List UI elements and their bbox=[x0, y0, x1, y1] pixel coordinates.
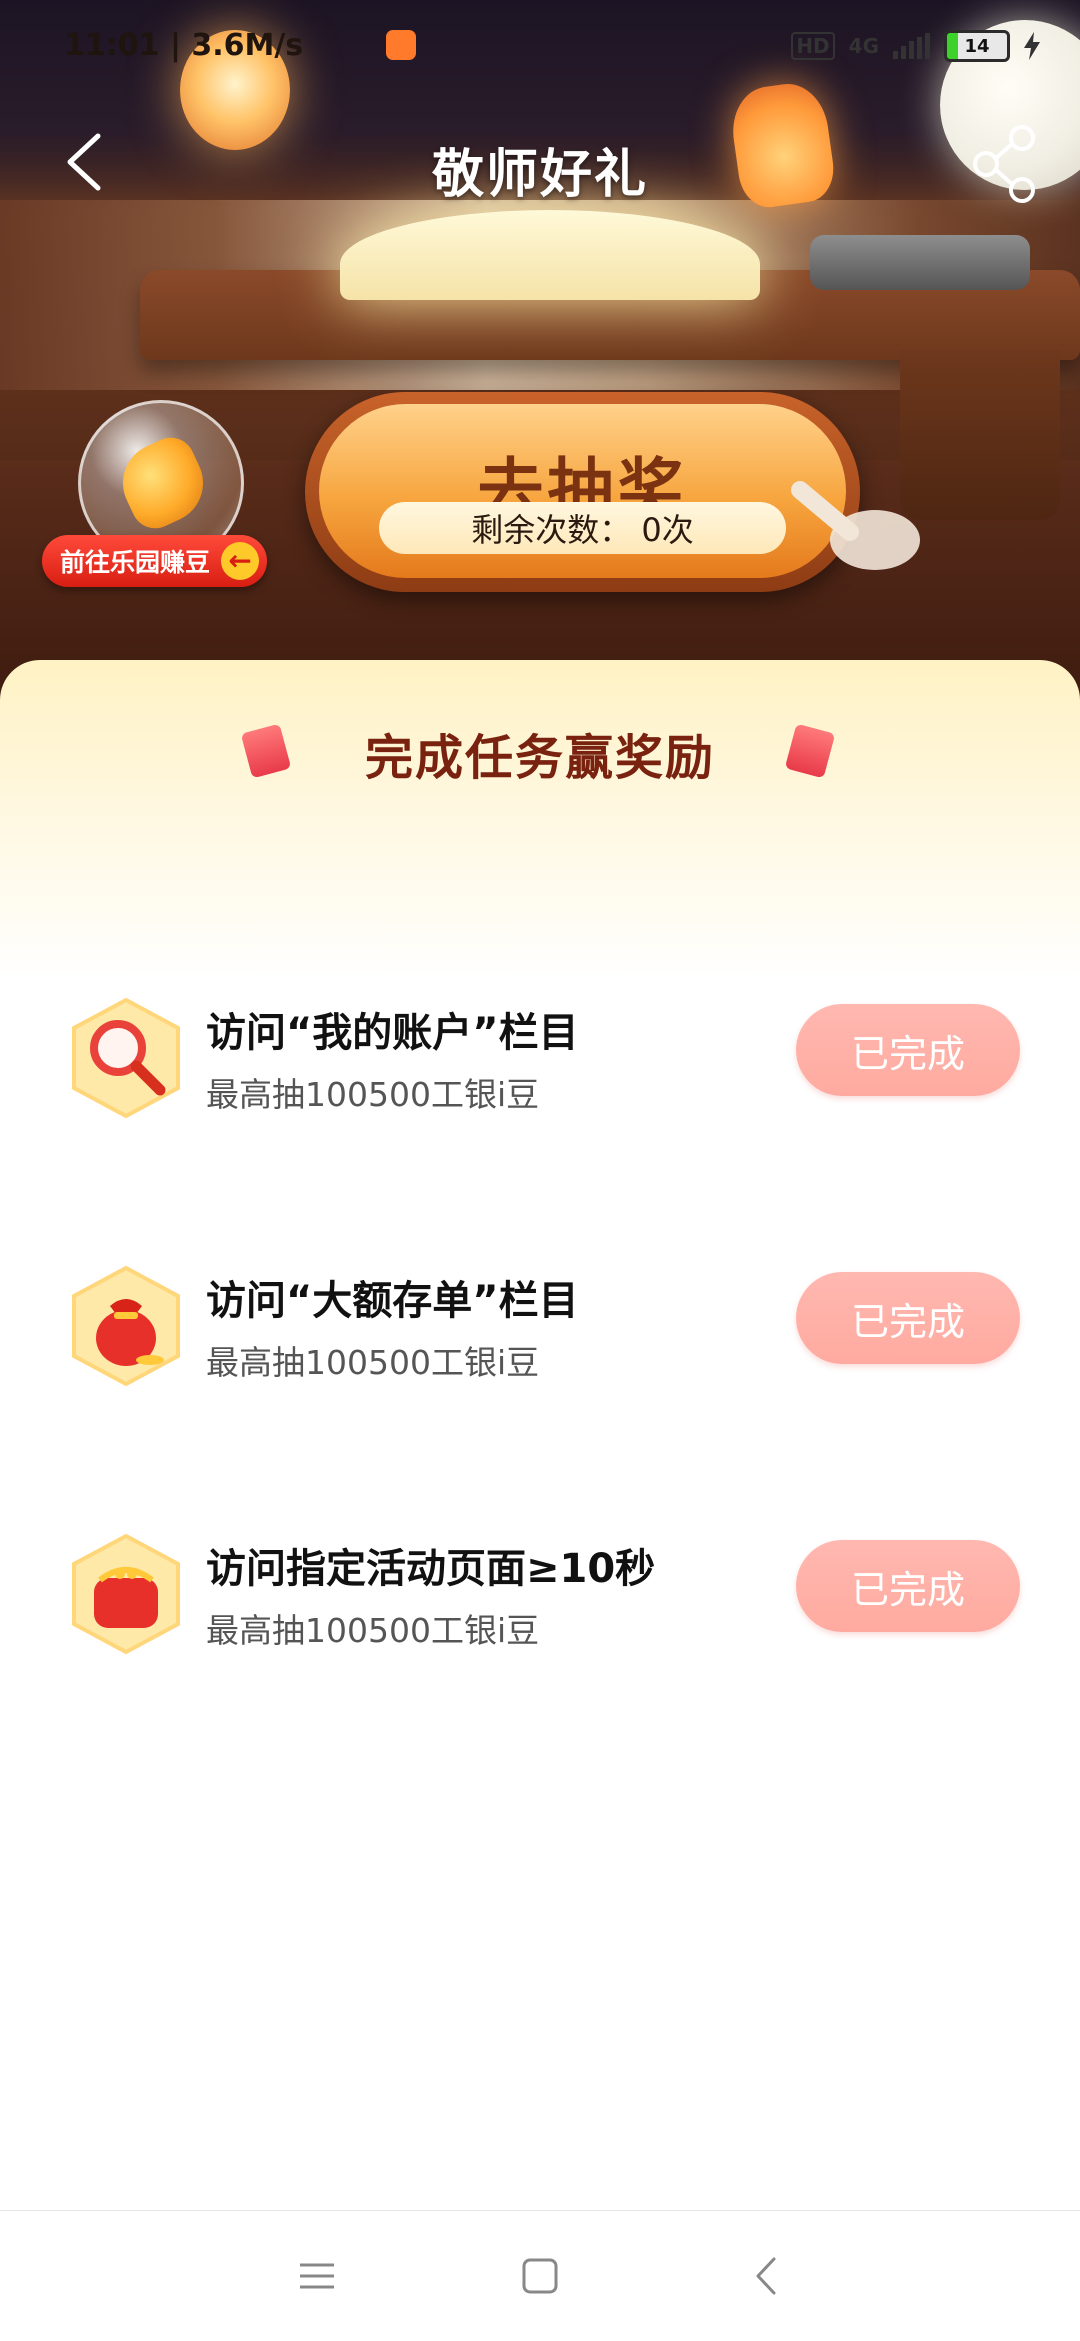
task-row: 访问指定活动页面≥10秒 最高抽100500工银i豆 已完成 bbox=[0, 1532, 1080, 1672]
golden-bean-icon bbox=[109, 429, 217, 537]
task-title: 访问“我的账户”栏目 bbox=[206, 1010, 579, 1056]
signal-icon bbox=[893, 33, 930, 59]
hd-indicator: HD bbox=[791, 32, 835, 60]
task-completed-button[interactable]: 已完成 bbox=[796, 1540, 1020, 1632]
goto-paradise-button[interactable]: 前往乐园赚豆 ← bbox=[42, 535, 267, 587]
remaining-count-text: 剩余次数： 0次 bbox=[471, 511, 694, 549]
lottery-button-face: 去抽奖 剩余次数： 0次 bbox=[319, 404, 846, 578]
battery-icon: 14 bbox=[944, 30, 1010, 62]
status-bar: 11:01 | 3.6M/s HD 4G 14 bbox=[0, 0, 1080, 100]
task-status-label: 已完成 bbox=[850, 1299, 965, 1344]
goto-paradise-label: 前往乐园赚豆 bbox=[60, 548, 211, 577]
task-status-label: 已完成 bbox=[850, 1567, 965, 1612]
lottery-button[interactable]: 去抽奖 剩余次数： 0次 bbox=[305, 392, 860, 592]
task-title: 访问“大额存单”栏目 bbox=[206, 1278, 579, 1324]
task-title: 访问指定活动页面≥10秒 bbox=[206, 1546, 656, 1592]
share-icon[interactable] bbox=[970, 124, 1040, 204]
task-completed-button[interactable]: 已完成 bbox=[796, 1272, 1020, 1364]
system-nav-bar bbox=[0, 2210, 1080, 2341]
money-bag-icon bbox=[72, 1265, 180, 1387]
task-status-label: 已完成 bbox=[850, 1031, 965, 1076]
menu-icon[interactable] bbox=[292, 2251, 342, 2301]
home-icon[interactable] bbox=[515, 2251, 565, 2301]
task-section-heading: 完成任务赢奖励 bbox=[364, 730, 715, 786]
task-row: 访问“我的账户”栏目 最高抽100500工银i豆 已完成 bbox=[0, 996, 1080, 1136]
charging-icon bbox=[1024, 32, 1040, 60]
inkstone-decoration bbox=[810, 235, 1030, 290]
battery-level: 14 bbox=[964, 35, 990, 57]
network-type: 4G bbox=[848, 34, 879, 58]
task-panel: 完成任务赢奖励 bbox=[0, 660, 1080, 980]
task-completed-button[interactable]: 已完成 bbox=[796, 1004, 1020, 1096]
nav-header: 敬师好礼 bbox=[0, 110, 1080, 220]
task-reward: 最高抽100500工银i豆 bbox=[206, 1611, 540, 1650]
hero-banner bbox=[0, 0, 1080, 700]
page-title: 敬师好礼 bbox=[431, 145, 648, 205]
purse-icon bbox=[72, 1533, 180, 1655]
pointing-hand-icon bbox=[791, 481, 920, 570]
remaining-count-pill: 剩余次数： 0次 bbox=[379, 502, 786, 554]
magnifier-icon bbox=[72, 997, 180, 1119]
back-icon[interactable] bbox=[742, 2251, 792, 2301]
app-notification-icon bbox=[386, 30, 416, 60]
arrow-left-icon: ← bbox=[221, 542, 259, 580]
task-row: 访问“大额存单”栏目 最高抽100500工银i豆 已完成 bbox=[0, 1264, 1080, 1404]
task-reward: 最高抽100500工银i豆 bbox=[206, 1075, 540, 1114]
status-time: 11:01 | 3.6M/s bbox=[64, 28, 304, 63]
task-reward: 最高抽100500工银i豆 bbox=[206, 1343, 540, 1382]
